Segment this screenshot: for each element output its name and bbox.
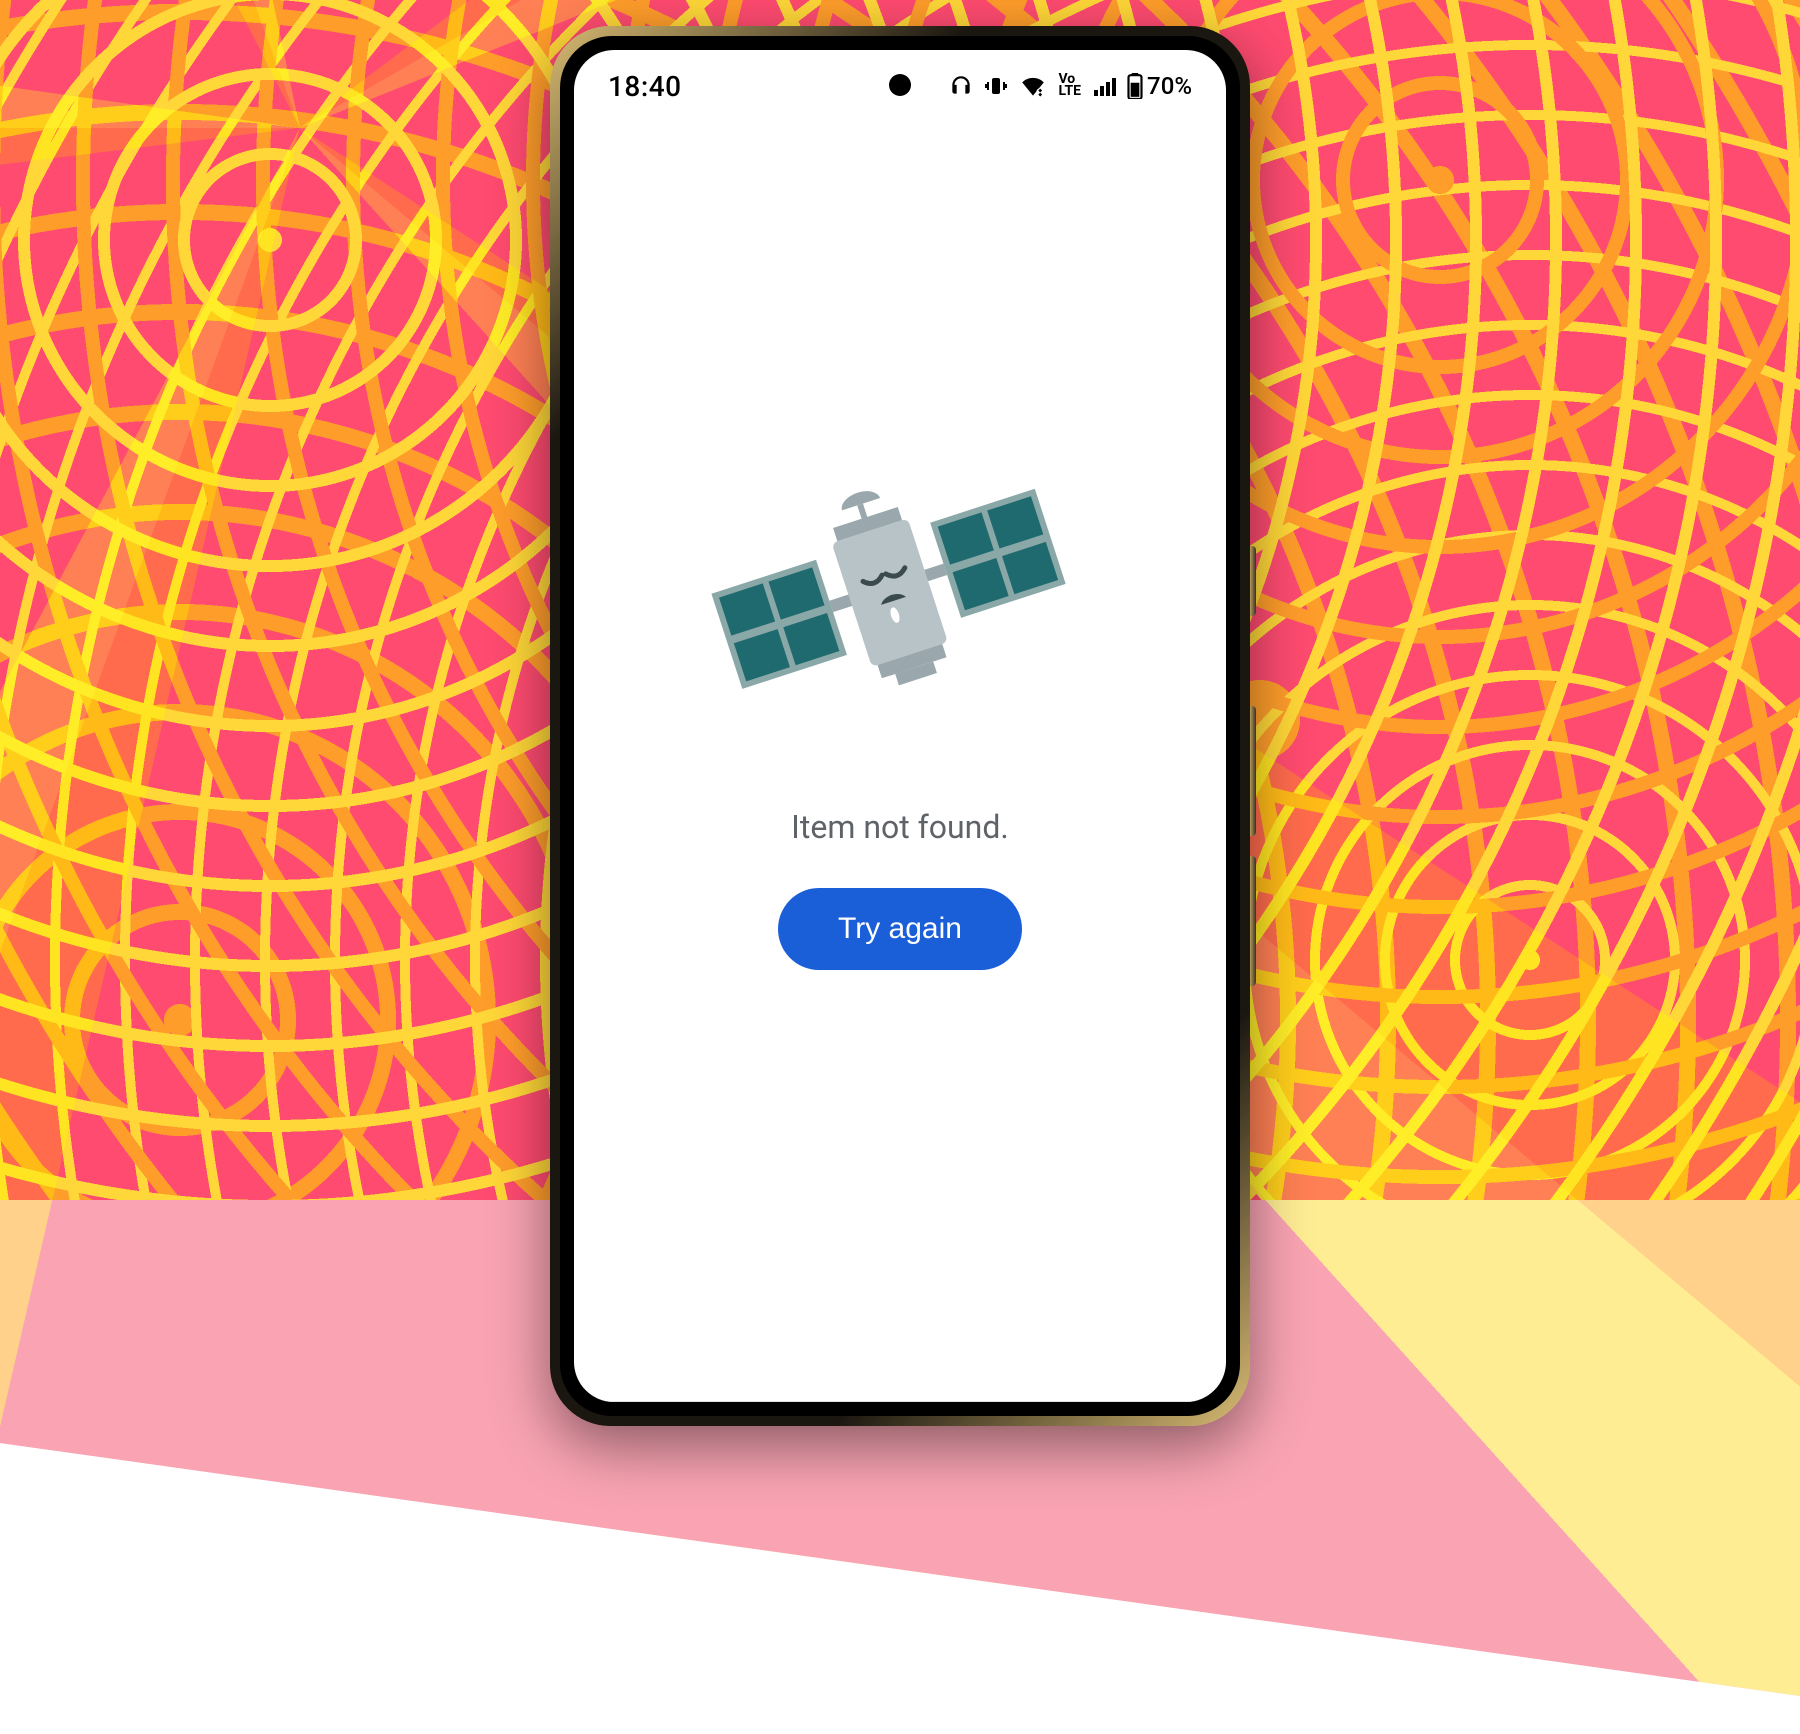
phone-bezel: 18:40 Vo LTE — [560, 36, 1240, 1416]
sad-satellite-icon — [673, 395, 1103, 776]
error-message: Item not found. — [791, 808, 1009, 846]
phone-volume-up-button — [1250, 706, 1256, 836]
phone-frame: 18:40 Vo LTE — [550, 26, 1250, 1426]
phone-screen: 18:40 Vo LTE — [574, 50, 1226, 1402]
bottom-divider — [574, 1401, 1226, 1402]
phone-power-button — [1250, 546, 1256, 616]
phone-front-camera — [889, 74, 911, 96]
phone-volume-down-button — [1250, 856, 1256, 986]
try-again-button[interactable]: Try again — [778, 888, 1022, 970]
error-screen: Item not found. Try again — [574, 50, 1226, 1402]
